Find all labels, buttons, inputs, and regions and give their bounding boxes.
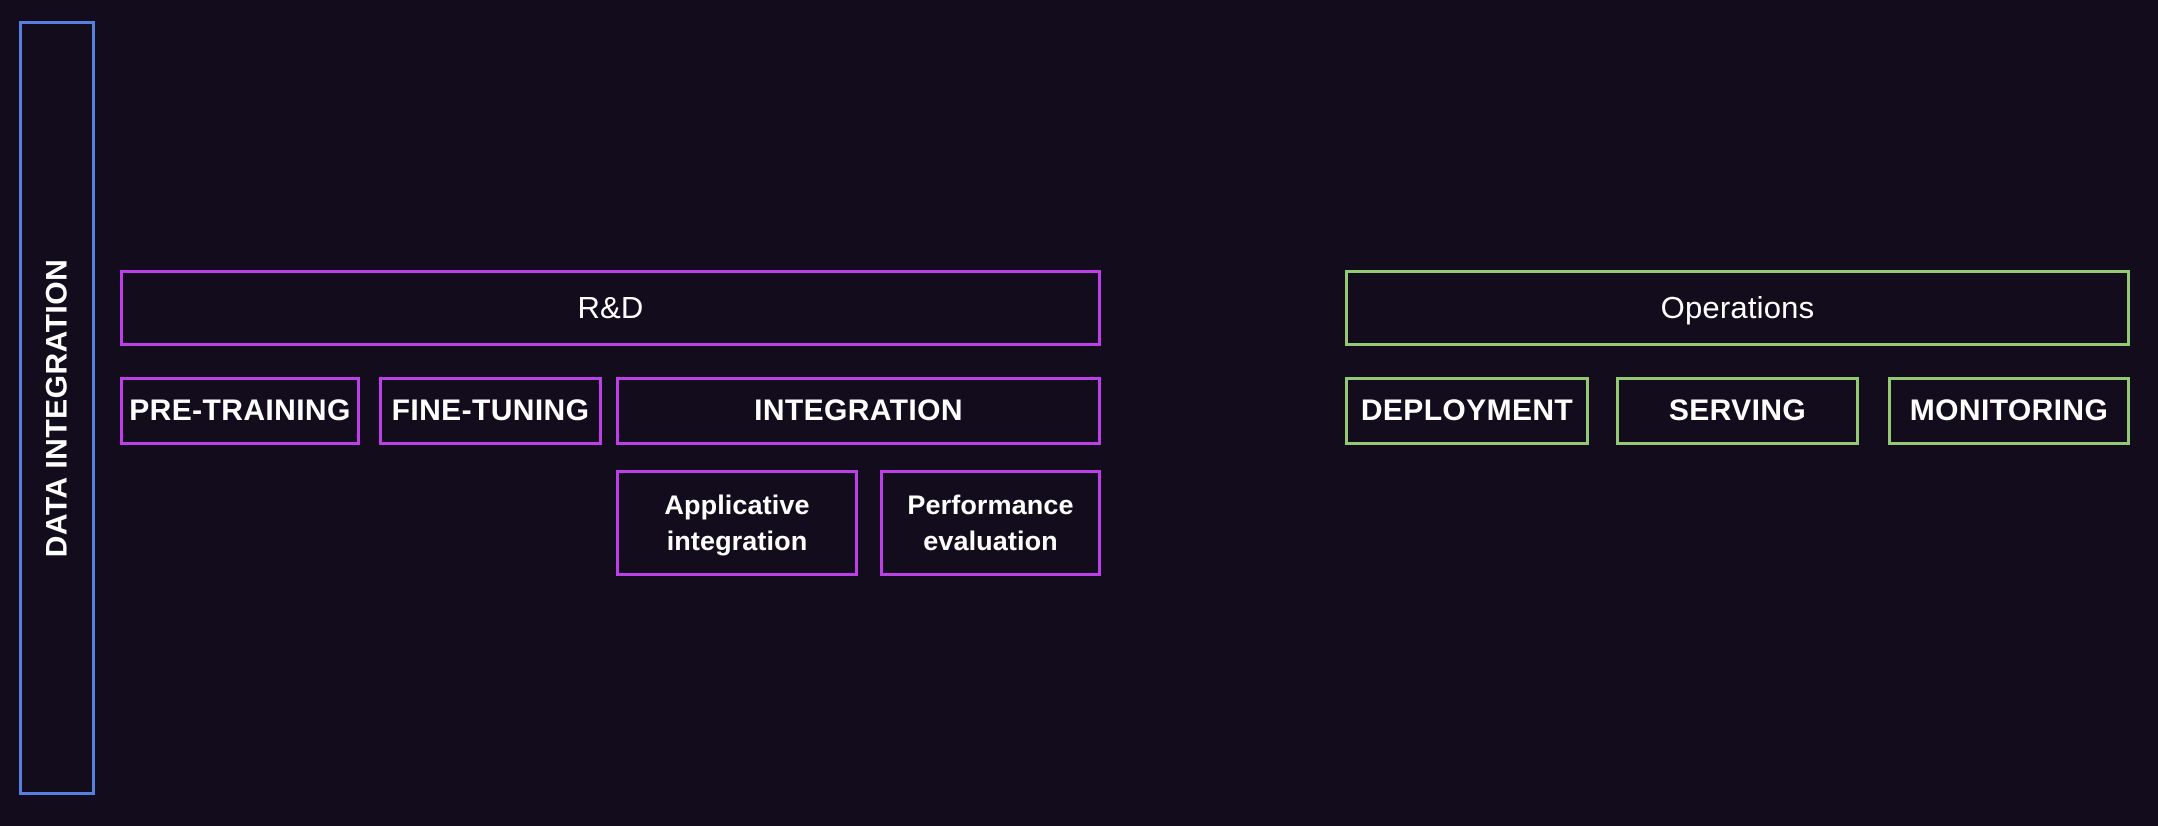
stage-monitoring[interactable]: MONITORING [1888,377,2130,445]
task-applicative-integration[interactable]: Applicative integration [616,470,858,576]
lane-header-operations-label: Operations [1660,289,1815,325]
stage-fine-tuning[interactable]: FINE-TUNING [379,377,602,445]
task-performance-evaluation-label: Performance evaluation [907,487,1073,560]
task-applicative-integration-line2: integration [666,526,808,556]
stage-pre-training[interactable]: PRE-TRAINING [120,377,360,445]
stage-pre-training-label: PRE-TRAINING [129,394,351,428]
lane-header-rnd-label: R&D [577,289,644,325]
stage-serving-label: SERVING [1668,394,1807,428]
lane-header-rnd[interactable]: R&D [120,270,1101,346]
task-performance-evaluation[interactable]: Performance evaluation [880,470,1101,576]
stage-integration-label: INTEGRATION [754,394,963,428]
task-applicative-integration-line1: Applicative [664,489,810,520]
stage-deployment-label: DEPLOYMENT [1360,394,1574,428]
stage-integration[interactable]: INTEGRATION [616,377,1101,445]
stage-fine-tuning-label: FINE-TUNING [391,394,590,428]
diagram-canvas: DATA INTEGRATION R&D PRE-TRAINING FINE-T… [0,0,2158,826]
task-performance-evaluation-line1: Performance [907,489,1074,520]
task-performance-evaluation-line2: evaluation [923,526,1058,556]
lane-header-operations[interactable]: Operations [1345,270,2130,346]
stage-serving[interactable]: SERVING [1616,377,1859,445]
lane-data-integration-label: DATA INTEGRATION [40,258,73,558]
stage-deployment[interactable]: DEPLOYMENT [1345,377,1589,445]
lane-data-integration[interactable]: DATA INTEGRATION [19,21,95,795]
stage-monitoring-label: MONITORING [1909,394,2109,428]
task-applicative-integration-label: Applicative integration [664,487,809,560]
